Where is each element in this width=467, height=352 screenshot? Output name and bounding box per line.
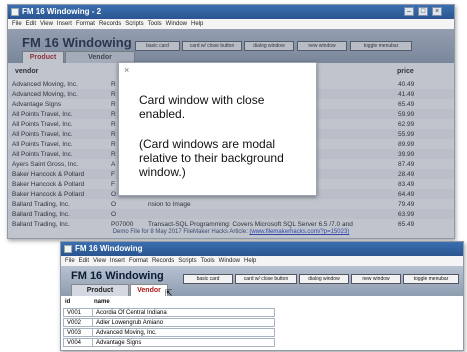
close-icon[interactable]: ×	[432, 7, 442, 16]
filemaker-app-icon	[64, 245, 72, 253]
menu-records[interactable]: Records	[152, 256, 174, 266]
menu-window[interactable]: Window	[166, 19, 187, 29]
front-menubar: File Edit View Insert Format Records Scripts To…	[61, 256, 463, 266]
id-field[interactable]: V002	[63, 318, 93, 327]
card-message-line2: (Card windows are modal relative to thei…	[139, 137, 284, 179]
basic-card-button[interactable]: basic card	[183, 274, 233, 284]
menu-help[interactable]: Help	[244, 256, 256, 266]
id-field[interactable]: V004	[63, 338, 93, 347]
toggle-menubar-button[interactable]: toggle menubar	[403, 274, 459, 284]
tab-product[interactable]: Product	[71, 284, 129, 296]
front-list-view: id name V001 Acordia Of Central Indiana V0…	[61, 296, 463, 350]
menu-edit[interactable]: Edit	[79, 256, 89, 266]
filemaker-app-icon	[11, 8, 19, 16]
back-window-titlebar[interactable]: FM 16 Windowing - 2 – □ ×	[8, 5, 454, 19]
menu-insert[interactable]: Insert	[57, 19, 72, 29]
menu-scripts[interactable]: Scripts	[178, 256, 196, 266]
id-field[interactable]: V003	[63, 328, 93, 337]
menu-view[interactable]: View	[40, 19, 53, 29]
maximize-icon[interactable]: □	[418, 7, 428, 16]
name-column-header[interactable]: name	[94, 299, 110, 305]
menu-help[interactable]: Help	[191, 19, 203, 29]
menu-file[interactable]: File	[65, 256, 75, 266]
name-field[interactable]: Acordia Of Central Indiana	[92, 308, 275, 317]
name-field[interactable]: Advantage Signs	[92, 338, 275, 347]
card-window: × Card window with close enabled. (Card …	[118, 62, 317, 196]
new-window-button[interactable]: new window	[351, 274, 401, 284]
front-window-titlebar[interactable]: FM 16 Windowing	[61, 242, 463, 256]
id-column-header[interactable]: id	[65, 299, 70, 305]
tab-vendor[interactable]: Vendor	[130, 284, 168, 296]
id-field[interactable]: V001	[63, 308, 93, 317]
menu-tools[interactable]: Tools	[148, 19, 162, 29]
card-close-button[interactable]: card w/ close button	[235, 274, 297, 284]
menu-records[interactable]: Records	[99, 19, 121, 29]
front-window-title: FM 16 Windowing	[75, 244, 143, 253]
front-window: FM 16 Windowing File Edit View Insert Format…	[60, 241, 464, 351]
minimize-icon[interactable]: –	[404, 7, 414, 16]
menu-tools[interactable]: Tools	[201, 256, 215, 266]
front-layout-header: FM 16 Windowing basic card card w/ close…	[61, 266, 463, 298]
front-app-title: FM 16 Windowing	[71, 270, 164, 282]
dialog-window-button[interactable]: dialog window	[299, 274, 349, 284]
menu-window[interactable]: Window	[219, 256, 240, 266]
back-menubar: File Edit View Insert Format Records Scripts To…	[8, 19, 454, 29]
menu-format[interactable]: Format	[76, 19, 95, 29]
menu-file[interactable]: File	[12, 19, 22, 29]
menu-edit[interactable]: Edit	[26, 19, 36, 29]
card-close-icon[interactable]: ×	[124, 65, 129, 75]
menu-scripts[interactable]: Scripts	[125, 19, 143, 29]
card-message-line1: Card window with close enabled.	[139, 93, 265, 121]
name-field[interactable]: Adler Lowengrub Amiano	[92, 318, 275, 327]
menu-insert[interactable]: Insert	[110, 256, 125, 266]
name-field[interactable]: Advanced Moving, Inc.	[92, 328, 275, 337]
menu-format[interactable]: Format	[129, 256, 148, 266]
menu-view[interactable]: View	[93, 256, 106, 266]
back-window-title: FM 16 Windowing - 2	[22, 7, 102, 16]
